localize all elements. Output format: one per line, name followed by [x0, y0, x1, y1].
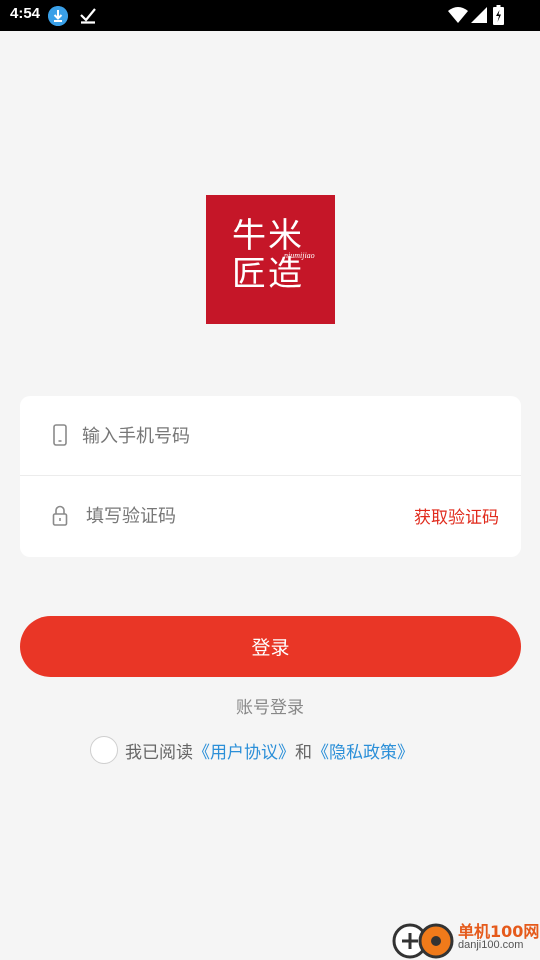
check-icon: [80, 8, 96, 24]
watermark-url: danji100.com: [458, 939, 524, 951]
watermark: 单机100网 danji100.com: [390, 918, 540, 960]
logo-line-2: 匠造: [232, 254, 304, 294]
wifi-icon: [448, 7, 468, 23]
privacy-policy-link[interactable]: 《隐私政策》: [312, 743, 414, 763]
agreement-text: 我已阅读《用户协议》和《隐私政策》: [125, 738, 414, 763]
status-time: 4:54: [10, 5, 41, 22]
login-form: 获取验证码: [20, 396, 521, 557]
agreement-and: 和: [295, 742, 312, 763]
phone-row: [20, 396, 521, 476]
account-login-link[interactable]: 账号登录: [0, 693, 540, 718]
app-logo: 牛米 匠造 niumijiao: [206, 195, 335, 324]
get-code-button[interactable]: 获取验证码: [414, 503, 499, 528]
agreement-prefix: 我已阅读: [125, 742, 193, 763]
lock-icon: [52, 505, 68, 526]
battery-icon: [493, 5, 504, 25]
logo-line-1: 牛米: [232, 216, 304, 256]
user-agreement-link[interactable]: 《用户协议》: [193, 743, 295, 763]
watermark-logo-icon: [392, 923, 454, 959]
login-button[interactable]: 登录: [20, 616, 521, 677]
code-input[interactable]: [86, 500, 386, 532]
agreement-checkbox[interactable]: [90, 736, 118, 764]
code-row: 获取验证码: [20, 476, 521, 556]
phone-input[interactable]: [82, 420, 382, 452]
download-icon: [48, 6, 68, 26]
status-bar: 4:54: [0, 0, 540, 31]
phone-icon: [53, 424, 67, 446]
logo-subtext: niumijiao: [284, 251, 315, 260]
agreement-row: 我已阅读《用户协议》和《隐私政策》: [90, 736, 414, 764]
signal-icon: [471, 7, 487, 23]
